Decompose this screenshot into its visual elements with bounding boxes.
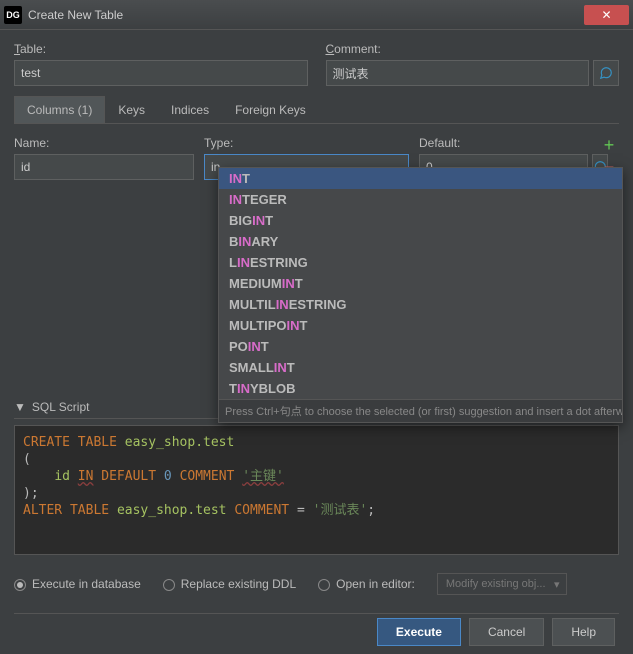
tabs: Columns (1) Keys Indices Foreign Keys [14, 96, 619, 124]
autocomplete-item[interactable]: INT [219, 168, 622, 189]
autocomplete-item[interactable]: SMALLINT [219, 357, 622, 378]
comment-expand-icon[interactable] [593, 60, 619, 86]
tab-indices[interactable]: Indices [158, 96, 222, 123]
app-logo-icon: DG [4, 6, 22, 24]
autocomplete-hint: Press Ctrl+句点 to choose the selected (or… [219, 399, 622, 422]
autocomplete-item[interactable]: TINYBLOB [219, 378, 622, 399]
autocomplete-item[interactable]: BINARY [219, 231, 622, 252]
autocomplete-item[interactable]: POINT [219, 336, 622, 357]
window-title: Create New Table [28, 8, 584, 22]
table-input[interactable] [14, 60, 308, 86]
autocomplete-popup: INTINTEGERBIGINTBINARYLINESTRINGMEDIUMIN… [218, 167, 623, 423]
table-label: Table: [14, 42, 308, 56]
name-label: Name: [14, 136, 194, 150]
default-label: Default: [419, 136, 589, 150]
type-label: Type: [204, 136, 409, 150]
tab-columns[interactable]: Columns (1) [14, 96, 105, 123]
autocomplete-item[interactable]: LINESTRING [219, 252, 622, 273]
replace-ddl-radio[interactable]: Replace existing DDL [163, 577, 296, 591]
execute-button[interactable]: Execute [377, 618, 461, 646]
help-button[interactable]: Help [552, 618, 615, 646]
autocomplete-item[interactable]: MULTILINESTRING [219, 294, 622, 315]
autocomplete-item[interactable]: INTEGER [219, 189, 622, 210]
execute-in-db-radio[interactable]: Execute in database [14, 577, 141, 591]
comment-label: Comment: [326, 42, 620, 56]
tab-keys[interactable]: Keys [105, 96, 158, 123]
autocomplete-item[interactable]: BIGINT [219, 210, 622, 231]
add-column-button[interactable]: + [599, 138, 619, 152]
comment-input[interactable] [326, 60, 590, 86]
close-button[interactable]: ✕ [584, 5, 629, 25]
tab-foreign-keys[interactable]: Foreign Keys [222, 96, 319, 123]
open-in-editor-radio[interactable]: Open in editor: [318, 577, 415, 591]
name-input[interactable] [14, 154, 194, 180]
titlebar: DG Create New Table ✕ [0, 0, 633, 30]
autocomplete-item[interactable]: MULTIPOINT [219, 315, 622, 336]
modify-existing-dropdown[interactable]: Modify existing obj... [437, 573, 567, 595]
cancel-button[interactable]: Cancel [469, 618, 544, 646]
sql-editor[interactable]: CREATE TABLE easy_shop.test ( id IN DEFA… [14, 425, 619, 555]
collapse-icon: ▼ [14, 400, 26, 414]
autocomplete-item[interactable]: MEDIUMINT [219, 273, 622, 294]
